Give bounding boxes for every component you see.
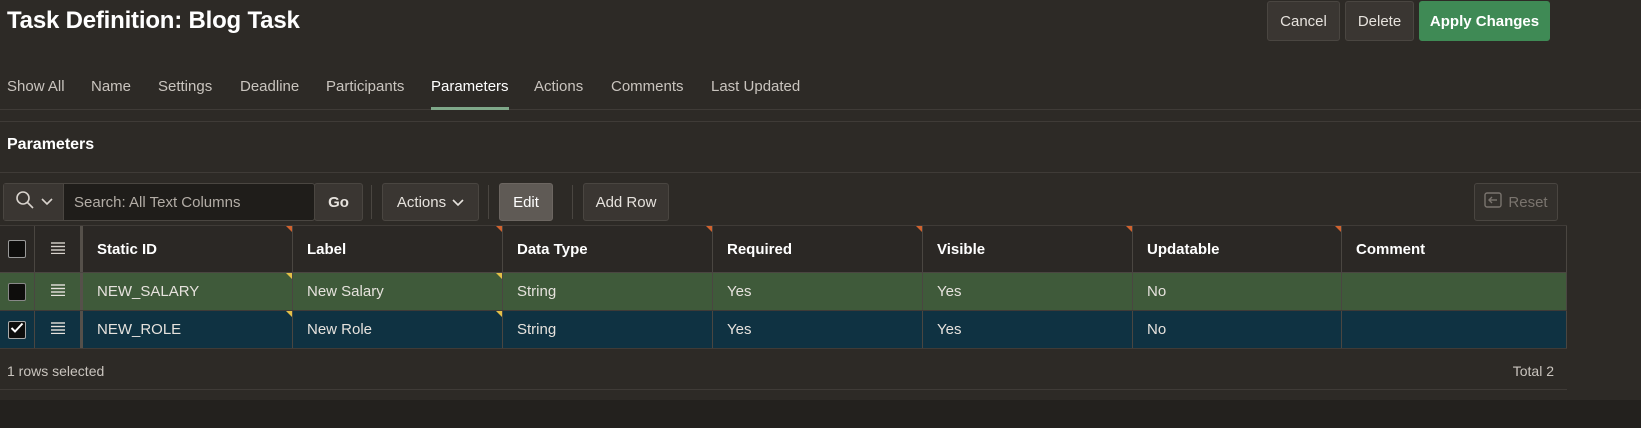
tab-deadline[interactable]: Deadline — [240, 78, 299, 110]
cell-visible[interactable]: Yes — [923, 273, 1133, 310]
chevron-down-icon — [452, 194, 464, 211]
cell-label[interactable]: New Salary — [293, 273, 503, 310]
cell-required[interactable]: Yes — [713, 273, 923, 310]
row-checkbox[interactable] — [8, 282, 26, 301]
tab-actions[interactable]: Actions — [534, 78, 583, 110]
column-header-required[interactable]: Required — [713, 226, 923, 272]
change-indicator — [1126, 226, 1132, 232]
add-row-button[interactable]: Add Row — [583, 183, 669, 221]
apply-changes-button[interactable]: Apply Changes — [1419, 1, 1550, 41]
cell-updatable[interactable]: No — [1133, 273, 1342, 310]
table-row[interactable]: NEW_ROLE New Role String Yes Yes No — [0, 311, 1567, 349]
change-indicator — [916, 226, 922, 232]
modified-indicator — [286, 311, 292, 317]
parameters-region: Parameters Go Actions Edit Add Row — [0, 121, 1641, 428]
select-all-checkbox[interactable] — [8, 240, 26, 258]
row-actions-header — [35, 226, 83, 272]
actions-label: Actions — [396, 193, 447, 211]
cell-comment[interactable] — [1342, 311, 1567, 348]
cell-comment[interactable] — [1342, 273, 1567, 310]
tab-settings[interactable]: Settings — [158, 78, 212, 110]
grid-toolbar: Go Actions Edit Add Row Reset — [0, 173, 1641, 231]
modified-indicator — [286, 273, 292, 279]
tab-name[interactable]: Name — [91, 78, 131, 110]
go-button[interactable]: Go — [314, 183, 363, 221]
search-input[interactable] — [66, 184, 316, 220]
row-actions-menu-icon — [50, 321, 66, 338]
reset-label: Reset — [1508, 193, 1548, 211]
cell-label[interactable]: New Role — [293, 311, 503, 348]
cell-static-id[interactable]: NEW_SALARY — [83, 273, 293, 310]
column-header-data-type[interactable]: Data Type — [503, 226, 713, 272]
tab-show-all[interactable]: Show All — [7, 78, 65, 110]
row-checkbox[interactable] — [8, 320, 26, 339]
change-indicator — [286, 226, 292, 232]
modified-indicator — [496, 273, 502, 279]
reset-button[interactable]: Reset — [1474, 183, 1558, 221]
delete-button[interactable]: Delete — [1345, 1, 1414, 41]
search-column-menu-button[interactable] — [4, 184, 64, 220]
total-count: Total 2 — [1512, 363, 1554, 379]
toolbar-separator — [488, 185, 489, 219]
row-actions-cell[interactable] — [35, 311, 83, 348]
tab-participants[interactable]: Participants — [326, 78, 404, 110]
column-header-comment[interactable]: Comment — [1342, 226, 1567, 272]
tab-last-updated[interactable]: Last Updated — [711, 78, 800, 110]
page-header: Task Definition: Blog Task Cancel Delete… — [0, 0, 1641, 64]
search-box — [3, 183, 316, 221]
change-indicator — [496, 226, 502, 232]
toolbar-separator — [371, 185, 372, 219]
region-title: Parameters — [7, 136, 95, 153]
actions-menu-button[interactable]: Actions — [382, 183, 479, 221]
cell-required[interactable]: Yes — [713, 311, 923, 348]
cell-updatable[interactable]: No — [1133, 311, 1342, 348]
row-actions-menu-icon — [50, 283, 66, 300]
row-select-cell — [0, 311, 35, 348]
column-header-updatable[interactable]: Updatable — [1133, 226, 1342, 272]
selection-status: 1 rows selected — [7, 363, 105, 379]
column-header-static-id[interactable]: Static ID — [83, 226, 293, 272]
cell-static-id[interactable]: NEW_ROLE — [83, 311, 293, 348]
tab-parameters[interactable]: Parameters — [431, 78, 509, 110]
cell-data-type[interactable]: String — [503, 273, 713, 310]
change-indicator — [706, 226, 712, 232]
region-bottom — [0, 400, 1641, 428]
chevron-down-icon — [40, 193, 53, 211]
change-indicator — [1335, 226, 1341, 232]
toolbar-separator — [572, 185, 573, 219]
tab-comments[interactable]: Comments — [611, 78, 684, 110]
cell-data-type[interactable]: String — [503, 311, 713, 348]
search-icon — [15, 190, 35, 215]
grid-footer: 1 rows selected Total 2 — [0, 350, 1567, 390]
check-icon — [10, 321, 24, 338]
row-select-cell — [0, 273, 35, 310]
menu-icon — [50, 241, 66, 258]
tab-bar: Show All Name Settings Deadline Particip… — [0, 64, 1641, 110]
row-actions-cell[interactable] — [35, 273, 83, 310]
select-all-cell — [0, 226, 35, 272]
edit-button[interactable]: Edit — [499, 183, 553, 221]
table-row[interactable]: NEW_SALARY New Salary String Yes Yes No — [0, 273, 1567, 311]
grid-header-row: Static ID Label Data Type Required Visib… — [0, 225, 1567, 273]
page-title: Task Definition: Blog Task — [7, 7, 300, 34]
reset-icon — [1484, 192, 1503, 212]
cancel-button[interactable]: Cancel — [1267, 1, 1340, 41]
column-header-label[interactable]: Label — [293, 226, 503, 272]
column-header-visible[interactable]: Visible — [923, 226, 1133, 272]
modified-indicator — [496, 311, 502, 317]
cell-visible[interactable]: Yes — [923, 311, 1133, 348]
